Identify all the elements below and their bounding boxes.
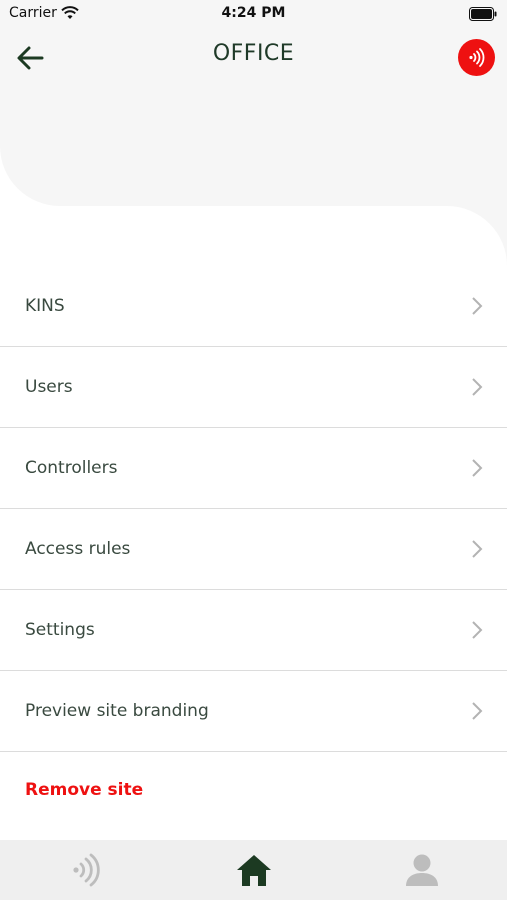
battery-full-icon (469, 6, 497, 25)
clock: 4:24 PM (221, 5, 286, 21)
tab-nfc[interactable] (0, 840, 169, 900)
menu-item-label: Controllers (25, 458, 118, 478)
menu-item-kins[interactable]: KINS (0, 266, 507, 347)
chevron-right-icon (472, 459, 483, 477)
nfc-button[interactable] (458, 39, 495, 76)
menu-item-label: Settings (25, 620, 95, 640)
menu-item-controllers[interactable]: Controllers (0, 428, 507, 509)
menu-item-users[interactable]: Users (0, 347, 507, 428)
tab-home[interactable] (169, 840, 338, 900)
site-menu: KINS Users Controllers Access rules Sett… (0, 266, 507, 752)
user-icon (406, 854, 438, 886)
chevron-right-icon (472, 621, 483, 639)
page-title: OFFICE (212, 41, 295, 66)
tab-profile[interactable] (338, 840, 507, 900)
menu-item-label: Access rules (25, 539, 131, 559)
chevron-right-icon (472, 378, 483, 396)
home-icon (237, 855, 271, 886)
menu-item-preview-site-branding[interactable]: Preview site branding (0, 671, 507, 752)
menu-item-label: Users (25, 377, 73, 397)
menu-item-settings[interactable]: Settings (0, 590, 507, 671)
remove-site-button[interactable]: Remove site (25, 780, 143, 800)
menu-item-label: KINS (25, 296, 65, 316)
nfc-signal-icon (469, 48, 485, 67)
tab-bar (0, 840, 507, 900)
chevron-right-icon (472, 702, 483, 720)
menu-item-label: Preview site branding (25, 701, 209, 721)
chevron-right-icon (472, 297, 483, 315)
chevron-right-icon (472, 540, 483, 558)
status-bar: Carrier 4:24 PM (0, 0, 507, 28)
nfc-tap-icon (73, 853, 100, 887)
menu-item-access-rules[interactable]: Access rules (0, 509, 507, 590)
